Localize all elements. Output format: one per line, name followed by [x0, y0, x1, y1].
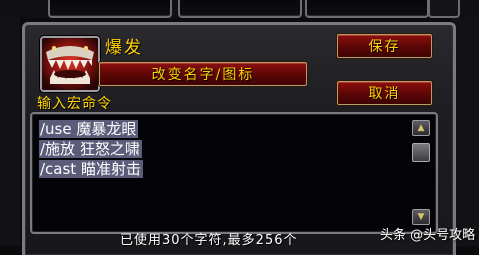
editor-scrollbar[interactable]: ▲ ▼ [410, 116, 432, 228]
top-right-button[interactable] [428, 0, 460, 18]
change-name-icon-button[interactable]: 改变名字/图标 [99, 62, 307, 86]
top-frame-row [0, 0, 479, 18]
beast-maw-icon[interactable] [40, 36, 100, 92]
top-slot-left [48, 0, 172, 18]
macro-input-label: 输入宏命令 [37, 96, 112, 112]
scroll-up-arrow-icon[interactable]: ▲ [412, 120, 430, 136]
macro-lines[interactable]: /use 魔暴龙眼 /施放 狂怒之啸 /cast 瞄准射击 [39, 119, 143, 179]
left-frame-edge [0, 18, 20, 246]
top-slot-right [305, 0, 429, 18]
macro-line[interactable]: /cast 瞄准射击 [39, 159, 143, 179]
scroll-thumb[interactable] [412, 143, 430, 162]
macro-name: 爆发 [105, 38, 143, 58]
macro-text-editor[interactable]: /use 魔暴龙眼 /施放 狂怒之啸 /cast 瞄准射击 [30, 112, 438, 234]
save-button[interactable]: 保存 [337, 34, 432, 58]
cancel-button[interactable]: 取消 [337, 81, 432, 105]
right-frame-edge [452, 18, 479, 246]
macro-line[interactable]: /use 魔暴龙眼 [39, 119, 143, 139]
character-count: 已使用30个字符,最多256个 [120, 233, 298, 248]
watermark: 头条 @头号攻略 [380, 228, 476, 243]
macro-line[interactable]: /施放 狂怒之啸 [39, 139, 143, 159]
scroll-down-arrow-icon[interactable]: ▼ [412, 209, 430, 225]
top-slot-middle [178, 0, 302, 18]
